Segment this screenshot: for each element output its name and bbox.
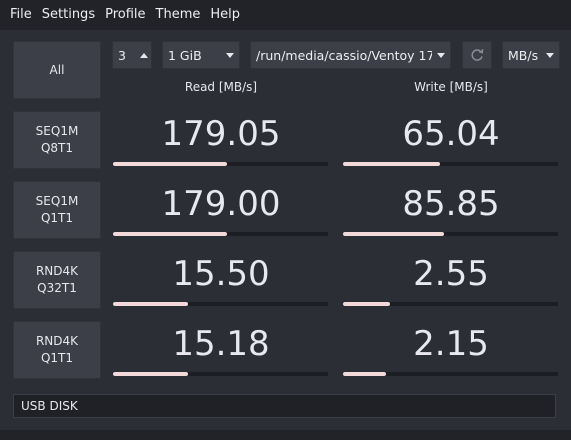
size-value: 1 GiB xyxy=(168,47,202,63)
write-value: 2.55 xyxy=(413,254,489,294)
menu-help[interactable]: Help xyxy=(205,0,245,30)
write-value: 85.85 xyxy=(402,184,500,224)
read-progress-fill xyxy=(113,162,227,166)
write-progress-fill xyxy=(343,302,391,306)
menu-profile[interactable]: Profile xyxy=(100,0,150,30)
test-button-rnd4k-q1t1[interactable]: RND4K Q1T1 xyxy=(13,321,101,379)
chevron-down-icon xyxy=(221,52,239,58)
read-progress-fill xyxy=(113,302,189,306)
write-progress-bar xyxy=(343,372,558,376)
test-button-seq1m-q8t1[interactable]: SEQ1M Q8T1 xyxy=(13,111,101,169)
write-progress-fill xyxy=(343,232,445,236)
write-value: 2.15 xyxy=(413,324,489,364)
write-progress-bar xyxy=(343,232,558,236)
test-label: RND4K Q1T1 xyxy=(35,334,79,365)
menu-settings[interactable]: Settings xyxy=(37,0,100,30)
path-select[interactable]: /run/media/cassio/Ventoy 179 xyxy=(250,41,451,69)
count-spinner[interactable]: 3 xyxy=(112,41,152,69)
test-label: RND4K Q32T1 xyxy=(35,264,79,295)
spinner-arrows-icon[interactable] xyxy=(137,52,151,58)
read-progress-bar xyxy=(113,162,328,166)
bottom-strip xyxy=(0,430,571,440)
read-value: 179.05 xyxy=(161,114,281,154)
size-select[interactable]: 1 GiB xyxy=(162,41,240,69)
test-button-seq1m-q1t1[interactable]: SEQ1M Q1T1 xyxy=(13,181,101,239)
write-progress-bar xyxy=(343,162,558,166)
menu-bar: File Settings Profile Theme Help xyxy=(0,0,571,30)
read-value: 179.00 xyxy=(161,184,281,224)
count-value: 3 xyxy=(118,47,126,63)
unit-select[interactable]: MB/s xyxy=(502,41,560,69)
refresh-icon xyxy=(471,49,484,61)
read-header: Read [MB/s] xyxy=(184,80,258,94)
write-progress-fill xyxy=(343,162,440,166)
unit-value: MB/s xyxy=(508,47,539,63)
read-progress-bar xyxy=(113,372,328,376)
chevron-down-icon xyxy=(541,52,559,58)
read-value: 15.50 xyxy=(172,254,270,294)
test-label: SEQ1M Q1T1 xyxy=(35,194,79,225)
write-value: 65.04 xyxy=(402,114,500,154)
path-value: /run/media/cassio/Ventoy 179 xyxy=(256,47,432,63)
read-progress-fill xyxy=(113,232,227,236)
write-progress-fill xyxy=(343,372,386,376)
read-progress-bar xyxy=(113,302,328,306)
device-status-field[interactable]: USB DISK xyxy=(13,394,556,418)
write-progress-bar xyxy=(343,302,558,306)
all-button-label: All xyxy=(49,62,65,77)
read-progress-bar xyxy=(113,232,328,236)
read-value: 15.18 xyxy=(172,324,270,364)
refresh-button[interactable] xyxy=(462,41,492,69)
chevron-down-icon xyxy=(432,52,450,58)
menu-file[interactable]: File xyxy=(0,0,37,30)
all-button[interactable]: All xyxy=(13,41,101,99)
menu-theme[interactable]: Theme xyxy=(151,0,206,30)
device-name: USB DISK xyxy=(21,399,78,413)
write-header: Write [MB/s] xyxy=(414,80,488,94)
test-button-rnd4k-q32t1[interactable]: RND4K Q32T1 xyxy=(13,251,101,309)
read-progress-fill xyxy=(113,372,189,376)
test-label: SEQ1M Q8T1 xyxy=(35,124,79,155)
